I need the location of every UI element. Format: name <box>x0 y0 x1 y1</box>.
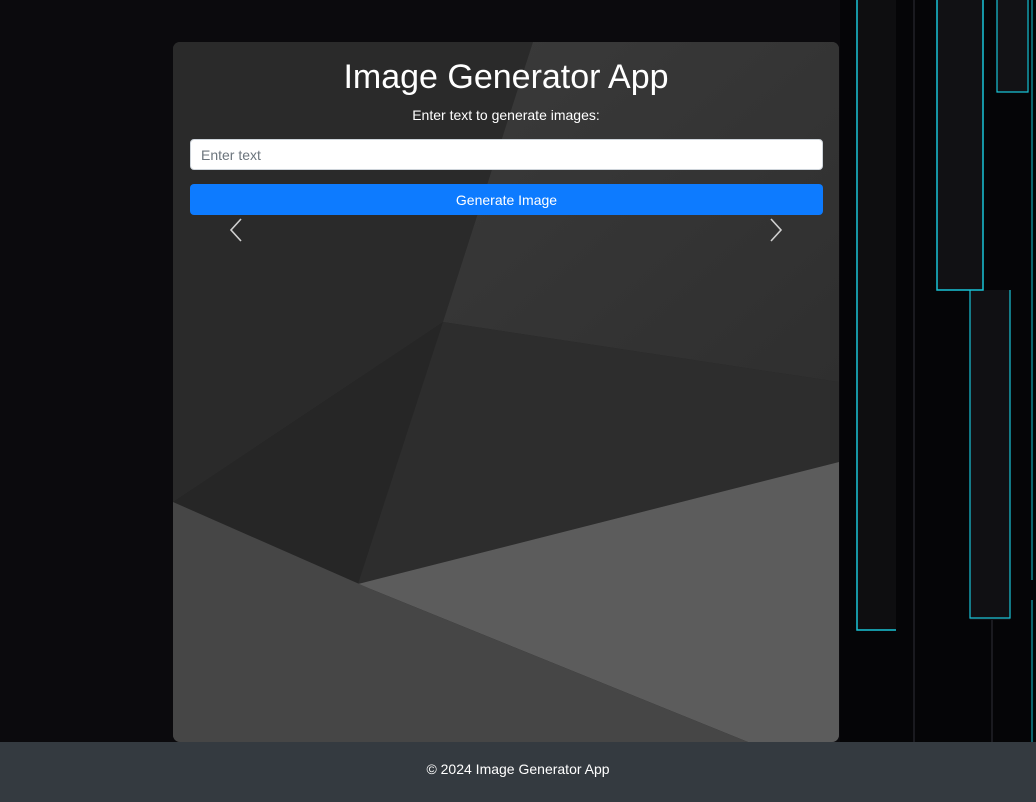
prompt-text-input[interactable] <box>190 139 823 170</box>
card-content: Image Generator App Enter text to genera… <box>173 42 839 742</box>
page-title: Image Generator App <box>343 58 669 96</box>
background-decoration <box>840 0 1036 742</box>
carousel-prev-button[interactable] <box>226 217 250 243</box>
generate-image-button[interactable]: Generate Image <box>190 184 823 215</box>
chevron-right-icon <box>770 218 783 242</box>
carousel-next-button[interactable] <box>763 217 787 243</box>
generator-card: Image Generator App Enter text to genera… <box>173 42 839 742</box>
footer: © 2024 Image Generator App <box>0 742 1036 802</box>
neon-lines-graphic <box>840 0 1036 742</box>
footer-copyright: © 2024 Image Generator App <box>426 761 610 777</box>
chevron-left-icon <box>229 218 242 242</box>
page: Image Generator App Enter text to genera… <box>0 0 1036 802</box>
instruction-text: Enter text to generate images: <box>412 107 600 123</box>
